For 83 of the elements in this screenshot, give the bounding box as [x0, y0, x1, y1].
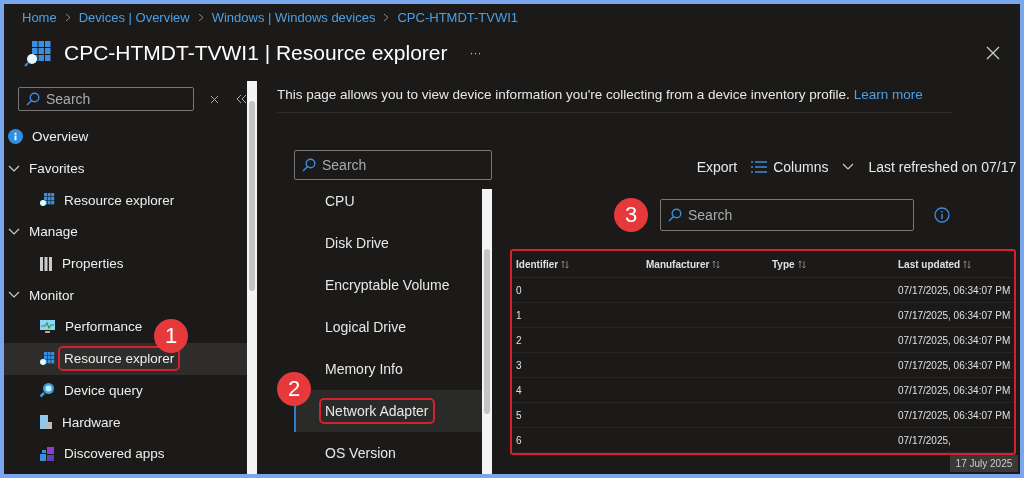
nav-group-label[interactable]: Manage	[29, 224, 78, 240]
step-badge: 2	[277, 372, 311, 406]
grid-icon	[39, 350, 55, 367]
table-cell: 07/17/2025, 06:34:07 PM	[898, 384, 1011, 396]
breadcrumb-link[interactable]: Devices | Overview	[78, 10, 190, 25]
list-icon	[751, 161, 768, 173]
column-header[interactable]: Manufacturer	[646, 258, 710, 270]
breadcrumb-link[interactable]: CPC-HTMDT-TVWI1	[397, 10, 519, 25]
nav-item[interactable]: Properties	[58, 253, 128, 275]
nav-item[interactable]: Resource explorer	[60, 189, 179, 211]
export-button[interactable]: Export	[696, 159, 738, 175]
table-cell-text: 6	[516, 434, 523, 446]
category-item[interactable]: Network Adapter	[321, 400, 433, 422]
category-item[interactable]: Logical Drive	[321, 316, 410, 338]
nav-group-label[interactable]: Monitor	[29, 287, 74, 303]
column-header[interactable]: Type	[772, 258, 795, 270]
step-badge: 3	[614, 198, 648, 232]
nav-item[interactable]: Overview	[28, 126, 93, 148]
info-icon	[8, 129, 23, 145]
columns-button[interactable]: Columns	[751, 159, 829, 175]
hardware-icon	[39, 414, 53, 431]
nav-item[interactable]: Discovered apps	[60, 443, 169, 465]
chevron-icon[interactable]	[8, 164, 20, 173]
step-badge: 1	[154, 318, 188, 353]
table-cell-text: 07/17/2025,	[898, 434, 952, 446]
sort-icon[interactable]	[963, 259, 972, 269]
nav-item[interactable]: Performance	[61, 316, 147, 338]
sort-icon[interactable]	[797, 259, 806, 269]
category-item[interactable]: Disk Drive	[321, 232, 393, 254]
table-cell-text: 2	[516, 334, 523, 346]
table-cell-text: 0	[516, 284, 523, 296]
search-field[interactable]: Search	[294, 150, 492, 180]
search-field[interactable]: Search	[660, 199, 914, 231]
apps-icon	[39, 445, 55, 462]
sort-icon[interactable]	[712, 259, 721, 269]
close-button[interactable]	[986, 46, 1000, 60]
table-cell: 07/17/2025, 06:34:07 PM	[898, 409, 1011, 421]
monitor-icon	[39, 319, 56, 335]
search-icon	[668, 208, 682, 222]
table-cell: 07/17/2025, 06:34:07 PM	[898, 334, 1011, 346]
sort-icon[interactable]	[561, 259, 570, 269]
column-header[interactable]: Last updated	[898, 258, 961, 270]
bars-icon	[39, 255, 53, 272]
collapse-button[interactable]	[235, 94, 247, 104]
chevron-icon	[197, 13, 204, 22]
nav-item[interactable]: Device query	[60, 379, 147, 401]
breadcrumb-link[interactable]: Windows | Windows devices	[211, 10, 376, 25]
category-item[interactable]: Encryptable Volume	[321, 274, 454, 296]
last-refreshed-text: Last refreshed on 07/17	[868, 159, 1017, 175]
table-cell-text: 3	[516, 359, 523, 371]
date-tooltip: 17 July 2025	[949, 455, 1019, 472]
category-item[interactable]: Memory Info	[321, 358, 407, 380]
chevron-icon	[64, 13, 71, 22]
clear-button[interactable]	[210, 94, 219, 104]
breadcrumb-link[interactable]: Home	[22, 10, 57, 25]
description-text: This page allows you to view device information you're collecting from a device inventory profile. Learn more	[277, 87, 953, 113]
chevron-icon	[383, 13, 390, 22]
table-cell: 07/17/2025, 06:34:07 PM	[898, 284, 1011, 296]
chevron-icon[interactable]	[842, 163, 855, 171]
search-icon	[26, 92, 40, 106]
chevron-icon[interactable]	[8, 227, 20, 236]
search-field[interactable]: Search	[18, 87, 194, 111]
nav-item[interactable]: Hardware	[58, 411, 125, 433]
info-icon[interactable]	[934, 207, 950, 223]
page-title: CPC-HTMDT-TVWI1 | Resource explorer	[64, 41, 448, 65]
table-cell-text: 1	[516, 309, 523, 321]
nav-group-label[interactable]: Favorites	[29, 161, 85, 177]
category-item[interactable]: CPU	[321, 190, 359, 212]
table-cell: 07/17/2025, 06:34:07 PM	[898, 359, 1011, 371]
learn-more-link[interactable]: Learn more	[853, 87, 923, 102]
category-item[interactable]: OS Version	[321, 442, 400, 464]
grid-icon	[24, 39, 52, 67]
chevron-icon[interactable]	[8, 291, 20, 300]
grid-icon	[39, 192, 55, 209]
column-header[interactable]: Identifier	[516, 258, 559, 270]
search-icon	[302, 158, 316, 172]
more-button[interactable]: ···	[469, 46, 482, 60]
search-icon	[39, 382, 55, 399]
table-cell-text: 4	[516, 384, 523, 396]
scrollbar[interactable]	[247, 81, 257, 474]
scrollbar[interactable]	[482, 189, 492, 474]
table-cell: 07/17/2025, 06:34:07 PM	[898, 309, 1011, 321]
table-cell-text: 5	[516, 409, 523, 421]
